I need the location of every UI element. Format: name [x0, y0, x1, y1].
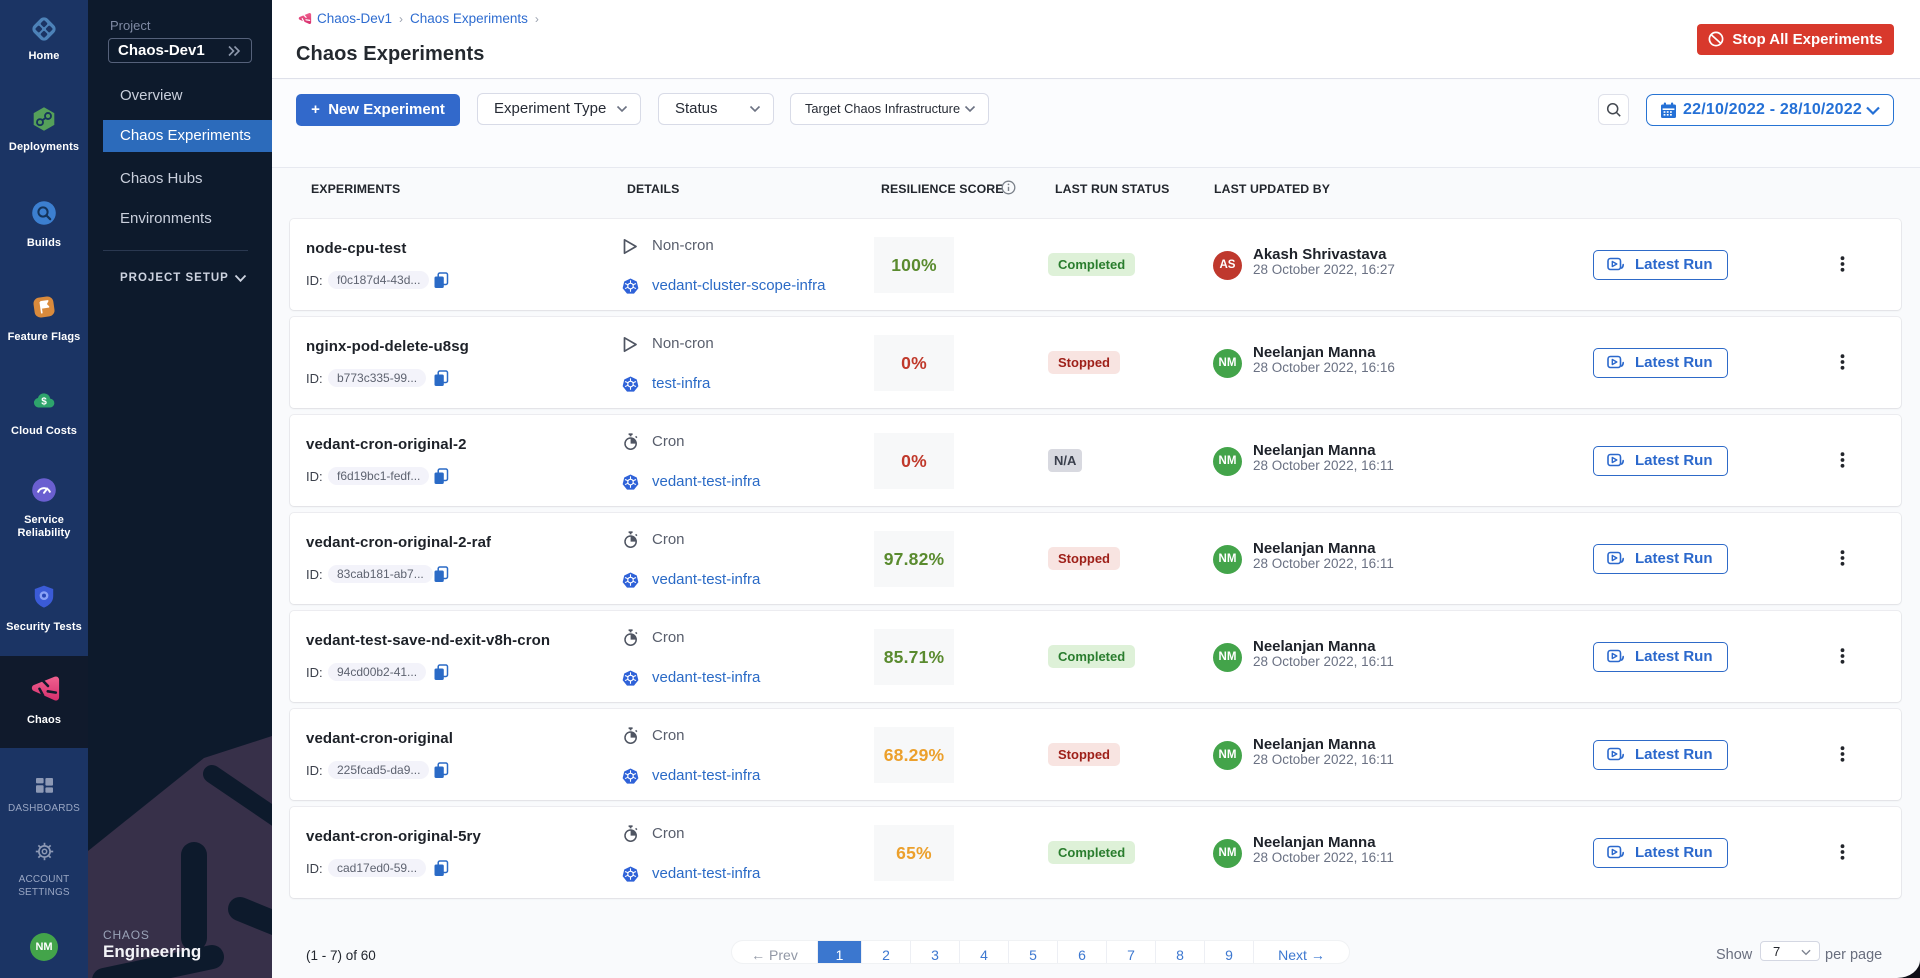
svg-text:$: $ — [41, 397, 47, 408]
